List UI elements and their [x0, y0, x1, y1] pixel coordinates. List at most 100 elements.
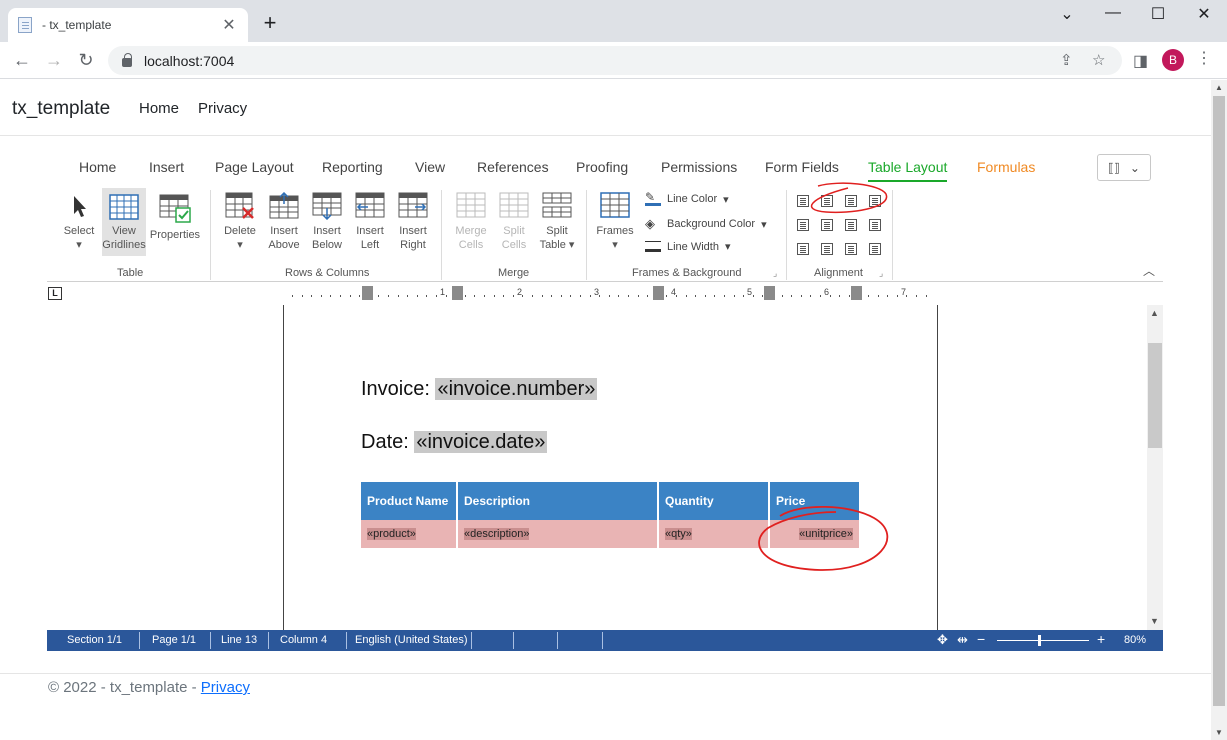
ribbon-tab-home[interactable]: Home [79, 159, 116, 175]
view-gridlines-button[interactable]: View Gridlines [102, 188, 146, 256]
back-icon[interactable]: ← [10, 48, 34, 72]
ribbon-tab-form-fields[interactable]: Form Fields [765, 159, 839, 175]
align-middle-center-icon[interactable] [821, 219, 833, 231]
new-tab-icon[interactable]: + [258, 10, 282, 36]
ribbon-tab-formulas[interactable]: Formulas [977, 159, 1035, 175]
table-cell[interactable]: «description» [457, 520, 659, 548]
table-header-cell[interactable]: Product Name [361, 482, 458, 520]
left-indent-marker[interactable] [362, 286, 373, 300]
align-top-center-icon[interactable] [821, 195, 833, 207]
table-header-cell[interactable]: Price [769, 482, 859, 520]
line-color-button[interactable]: ✎ Line Color ▾ [645, 191, 729, 206]
invoice-line[interactable]: Invoice: «invoice.number» [361, 378, 598, 401]
invoice-date-field[interactable]: «invoice.date» [414, 431, 548, 453]
share-icon[interactable]: ⇪ [1060, 51, 1073, 69]
frames-button[interactable]: Frames ▾ [595, 192, 635, 252]
fit-width-icon[interactable]: ⇹ [957, 632, 968, 648]
split-table-button[interactable]: Split Table ▾ [537, 192, 577, 252]
dialog-launcher-icon[interactable]: ⌟ [773, 268, 777, 279]
ribbon-tab-reporting[interactable]: Reporting [322, 159, 383, 175]
delete-button[interactable]: Delete ▾ [221, 192, 259, 252]
address-bar[interactable]: localhost:7004 ⇪ ☆ [108, 46, 1122, 75]
align-middle-left-icon[interactable] [797, 219, 809, 231]
ribbon-tab-page-layout[interactable]: Page Layout [215, 159, 294, 175]
merge-cells-button[interactable]: Merge Cells [451, 192, 491, 252]
tab-stop-selector[interactable]: L [48, 287, 62, 300]
ruler-number: 4 [671, 287, 677, 297]
zoom-in-icon[interactable]: + [1097, 631, 1105, 647]
properties-button[interactable]: Properties [149, 194, 201, 242]
zoom-slider[interactable] [997, 640, 1089, 641]
date-line[interactable]: Date: «invoice.date» [361, 431, 548, 454]
nav-home[interactable]: Home [139, 100, 179, 117]
horizontal-ruler[interactable]: 1 2 3 4 5 6 7 [280, 284, 940, 304]
scroll-up-icon[interactable]: ▲ [1150, 308, 1159, 318]
align-bottom-justify-icon[interactable] [869, 243, 881, 255]
align-middle-justify-icon[interactable] [869, 219, 881, 231]
background-color-button[interactable]: ◈ Background Color ▾ [645, 216, 767, 232]
table-cell[interactable]: «qty» [658, 520, 770, 548]
nav-privacy[interactable]: Privacy [198, 100, 247, 117]
site-brand[interactable]: tx_template [12, 98, 110, 120]
page-scroll-thumb[interactable] [1213, 96, 1225, 706]
minimize-icon[interactable]: — [1098, 4, 1128, 22]
document-scroll-thumb[interactable] [1148, 343, 1162, 448]
invoice-table[interactable]: Product Name Description Quantity Price … [361, 482, 859, 548]
ribbon-tab-view[interactable]: View [415, 159, 445, 175]
forward-icon[interactable]: → [42, 48, 66, 72]
insert-below-button[interactable]: Insert Below [308, 192, 346, 252]
scroll-up-icon[interactable]: ▲ [1215, 83, 1223, 92]
ribbon-layout-dropdown[interactable]: ⟦⟧ ⌄ [1097, 154, 1151, 181]
browser-menu-icon[interactable]: ⋮ [1196, 48, 1212, 68]
dialog-launcher-icon[interactable]: ⌟ [879, 268, 883, 279]
column-marker[interactable] [452, 286, 463, 300]
zoom-out-icon[interactable]: − [977, 631, 985, 647]
scroll-down-icon[interactable]: ▼ [1215, 728, 1223, 737]
table-cell[interactable]: «unitprice» [769, 520, 859, 548]
ribbon-tab-insert[interactable]: Insert [149, 159, 184, 175]
column-marker[interactable] [653, 286, 664, 300]
close-tab-icon[interactable]: ✕ [220, 15, 238, 35]
insert-above-button[interactable]: Insert Above [265, 192, 303, 252]
split-cells-button[interactable]: Split Cells [495, 192, 533, 252]
footer-privacy-link[interactable]: Privacy [201, 679, 250, 696]
document-scrollbar[interactable]: ▲ ▼ [1147, 305, 1163, 630]
tab-search-icon[interactable]: ⌄ [1052, 4, 1082, 24]
scroll-down-icon[interactable]: ▼ [1150, 616, 1159, 626]
column-marker[interactable] [764, 286, 775, 300]
document-area[interactable] [47, 305, 1163, 630]
insert-right-button[interactable]: Insert Right [394, 192, 432, 252]
right-indent-marker[interactable] [851, 286, 862, 300]
ribbon-tab-table-layout[interactable]: Table Layout [868, 159, 948, 182]
side-panel-icon[interactable]: ◨ [1133, 51, 1148, 71]
table-header-cell[interactable]: Quantity [658, 482, 770, 520]
align-top-left-icon[interactable] [797, 195, 809, 207]
align-bottom-center-icon[interactable] [821, 243, 833, 255]
reload-icon[interactable]: ↻ [74, 48, 98, 72]
zoom-slider-thumb[interactable] [1038, 635, 1041, 646]
zoom-level[interactable]: 80% [1124, 634, 1146, 646]
profile-avatar[interactable]: B [1162, 49, 1184, 71]
browser-tab[interactable]: - tx_template ✕ [8, 8, 248, 42]
bookmark-star-icon[interactable]: ☆ [1092, 51, 1105, 69]
align-top-justify-icon[interactable] [869, 195, 881, 207]
align-top-right-icon[interactable] [845, 195, 857, 207]
align-middle-right-icon[interactable] [845, 219, 857, 231]
table-cell[interactable]: «product» [361, 520, 458, 548]
select-button[interactable]: Select ▾ [61, 194, 97, 252]
align-bottom-right-icon[interactable] [845, 243, 857, 255]
status-language[interactable]: English (United States) [355, 634, 468, 646]
ribbon-tab-permissions[interactable]: Permissions [661, 159, 737, 175]
page-scrollbar[interactable]: ▲ ▼ [1211, 80, 1227, 740]
fit-page-icon[interactable]: ✥ [937, 632, 948, 648]
insert-left-button[interactable]: Insert Left [351, 192, 389, 252]
table-header-cell[interactable]: Description [457, 482, 659, 520]
close-window-icon[interactable]: ✕ [1189, 4, 1219, 24]
invoice-number-field[interactable]: «invoice.number» [435, 378, 598, 400]
line-width-button[interactable]: Line Width ▾ [645, 240, 731, 253]
collapse-ribbon-icon[interactable]: ︿ [1143, 262, 1155, 279]
ribbon-tab-proofing[interactable]: Proofing [576, 159, 628, 175]
ribbon-tab-references[interactable]: References [477, 159, 549, 175]
maximize-icon[interactable]: ☐ [1143, 4, 1173, 24]
align-bottom-left-icon[interactable] [797, 243, 809, 255]
